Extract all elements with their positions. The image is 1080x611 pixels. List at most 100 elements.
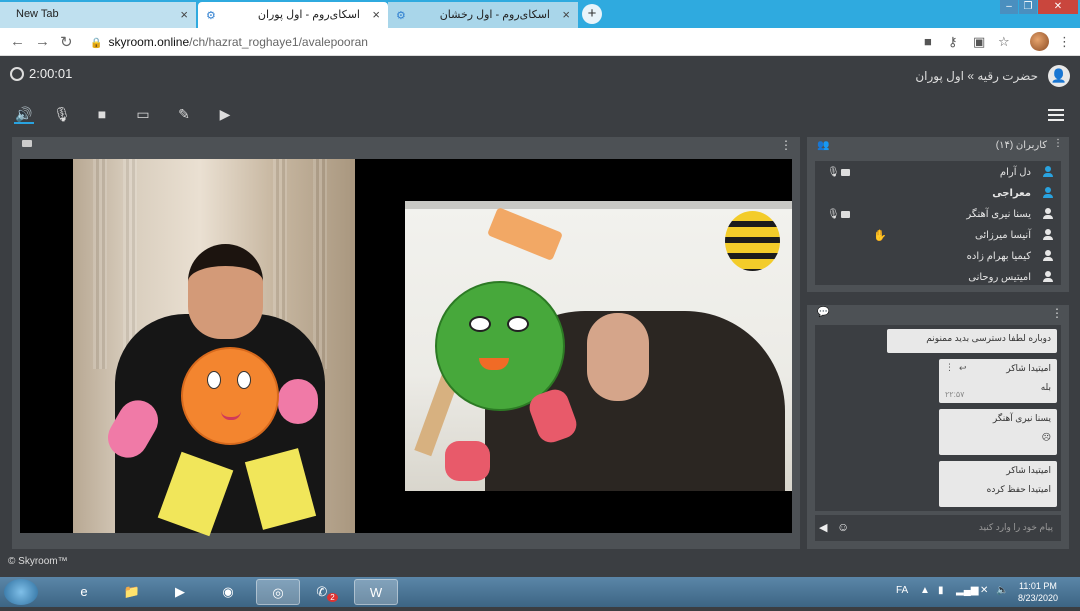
user-row[interactable]: کیمیا بهرام زاده [815,247,1061,267]
video-camera-icon [22,140,32,147]
start-button[interactable] [4,579,38,605]
star-icon[interactable]: ☆ [998,34,1010,50]
tab-skyroom-rakhshan[interactable]: ⚙ اسکای‌روم - اول رخشان × [388,2,578,28]
os-taskbar: e 📁 ▶ ◉ ◎ ✆ 2 W FA ▲ ▮ ▂▄▆ ✕ 🔈 11:01 PM 8… [0,577,1080,607]
chat-input[interactable]: پیام خود را وارد کنید ◀ ☺ [815,515,1061,541]
reply-icon[interactable]: ↩ [959,363,967,374]
mic-icon: 🎙 [827,167,840,178]
users-icon: 👥 [817,140,830,151]
restore-button[interactable]: ❐ [1019,0,1037,14]
user-icon [1043,187,1053,198]
ie-icon[interactable]: e [62,579,106,605]
minimize-button[interactable]: – [1000,0,1018,14]
presentation-icon[interactable]: ▶ [215,104,235,124]
whatsapp-icon[interactable]: ✆ 2 [305,579,349,605]
app-header: 2:00:01 حضرت رقیه » اول پوران 👤 [0,56,1080,96]
language-indicator[interactable]: FA [896,585,908,596]
user-row[interactable]: 🎙 دل آرام [815,163,1061,183]
menu-dots-icon[interactable]: ⋮ [1058,34,1071,50]
participant-video-girl[interactable] [73,159,355,537]
close-icon[interactable]: × [372,7,380,22]
panel-menu-icon[interactable]: ⋮ [1051,306,1063,320]
address-bar: ← → ↻ 🔒 skyroom.online/ch/hazrat_roghaye1… [0,28,1080,56]
chat-message: دوباره لطفا دسترسی بدید ممنونم [887,329,1057,353]
volume-icon[interactable]: 🔈 [996,585,1008,596]
participant-video-teacher[interactable] [405,201,792,491]
users-panel-header: 👥 کاربران (۱۴) ⋮ [817,138,1063,151]
mic-icon: 🎙 [827,209,840,220]
key-icon[interactable]: ⚷ [948,34,958,50]
url-field[interactable]: 🔒 skyroom.online/ch/hazrat_roghaye1/avale… [90,32,920,52]
firefox-icon[interactable]: ◉ [206,579,250,605]
translate-icon[interactable]: ▣ [973,34,985,50]
folder-icon[interactable]: 📁 [110,579,154,605]
back-icon[interactable]: ← [10,33,25,50]
skyroom-favicon-icon: ⚙ [206,9,216,22]
reload-icon[interactable]: ↻ [60,33,73,51]
user-icon[interactable]: 👤 [1048,65,1070,87]
tab-title: اسکای‌روم - اول پوران [257,9,360,21]
new-tab-button[interactable]: + [582,4,602,24]
word-icon[interactable]: W [354,579,398,605]
tab-new-tab[interactable]: New Tab × [0,2,196,28]
user-icon [1043,229,1053,240]
chat-message: امیتیدا شاکر بله ۲۲:۵۷ ↩ ⋮ [939,359,1057,403]
session-timer: 2:00:01 [10,66,72,81]
close-icon[interactable]: × [180,7,188,22]
close-window-button[interactable]: ✕ [1038,0,1078,14]
screen-share-icon[interactable]: ▭ [133,104,153,124]
toolbar: 🔊 🎙 ■ ▭ ✎ ▶ [0,96,1080,132]
system-clock[interactable]: 11:01 PM 8/23/2020 [1018,580,1058,604]
camera-icon [841,211,850,218]
copyright: © Skyroom™ [8,556,68,567]
users-list: 🎙 دل آرام معراجی 🎙 یسنا نیری آهنگر ✋ آنی… [815,161,1061,285]
panel-menu-icon[interactable]: ⋮ [780,138,792,152]
chat-message: یسنا نیری آهنگر ☹ [939,409,1057,455]
pen-icon[interactable]: ✎ [174,104,194,124]
chat-panel: 💬 ⋮ دوباره لطفا دسترسی بدید ممنونم امیتی… [807,305,1069,549]
user-icon [1043,250,1053,261]
tab-title: New Tab [16,8,59,20]
user-icon [1043,271,1053,282]
user-row[interactable]: امیتیس روحانی [815,268,1061,288]
chat-panel-header: 💬 ⋮ [807,305,1069,323]
tab-title: اسکای‌روم - اول رخشان [439,9,550,21]
user-row[interactable]: ✋ آنیسا میرزائی [815,226,1061,246]
video-panel-header: ⋮ [12,137,800,155]
room-title: حضرت رقیه » اول پوران [915,69,1038,83]
raised-hand-icon: ✋ [873,230,887,242]
user-row[interactable]: 🎙 یسنا نیری آهنگر [815,205,1061,225]
lock-icon: 🔒 [90,38,103,49]
video-panel: ⋮ [12,137,800,549]
mic-off-icon[interactable]: 🎙 [52,104,72,124]
user-icon [1043,166,1053,177]
emoji-icon[interactable]: ☺ [837,520,849,534]
browser-tab-bar: New Tab × ⚙ اسکای‌روم - اول پوران × ⚙ اس… [0,0,1080,28]
chat-message: امیتیدا شاکر امیتیدا حفظ کرده [939,461,1057,507]
user-row[interactable]: معراجی [815,184,1061,204]
network-icon[interactable]: ✕ [980,585,988,596]
user-icon [1043,208,1053,219]
camera-icon[interactable]: ■ [92,104,112,124]
tray-arrow-icon[interactable]: ▲ [920,585,930,596]
camera-icon[interactable]: ■ [924,34,932,49]
clock-icon [10,66,24,81]
speaker-icon[interactable]: 🔊 [14,104,34,124]
forward-icon[interactable]: → [35,33,50,50]
media-player-icon[interactable]: ▶ [158,579,202,605]
chat-messages: دوباره لطفا دسترسی بدید ممنونم امیتیدا ش… [815,325,1061,511]
battery-icon[interactable]: ▮ [938,585,944,596]
send-icon[interactable]: ◀ [819,521,827,534]
signal-icon[interactable]: ▂▄▆ [956,585,978,596]
orange-face-puppet [181,347,279,445]
close-icon[interactable]: × [562,7,570,22]
hamburger-menu-icon[interactable] [1048,109,1064,124]
chrome-icon[interactable]: ◎ [256,579,300,605]
skyroom-favicon-icon: ⚙ [396,9,406,22]
panel-menu-icon[interactable]: ⋮ [1053,138,1063,149]
tab-skyroom-pooran[interactable]: ⚙ اسکای‌روم - اول پوران × [198,2,388,28]
video-stage [20,159,792,537]
message-menu-icon[interactable]: ⋮ [945,362,954,373]
camera-icon [841,169,850,176]
profile-avatar[interactable] [1030,32,1049,51]
